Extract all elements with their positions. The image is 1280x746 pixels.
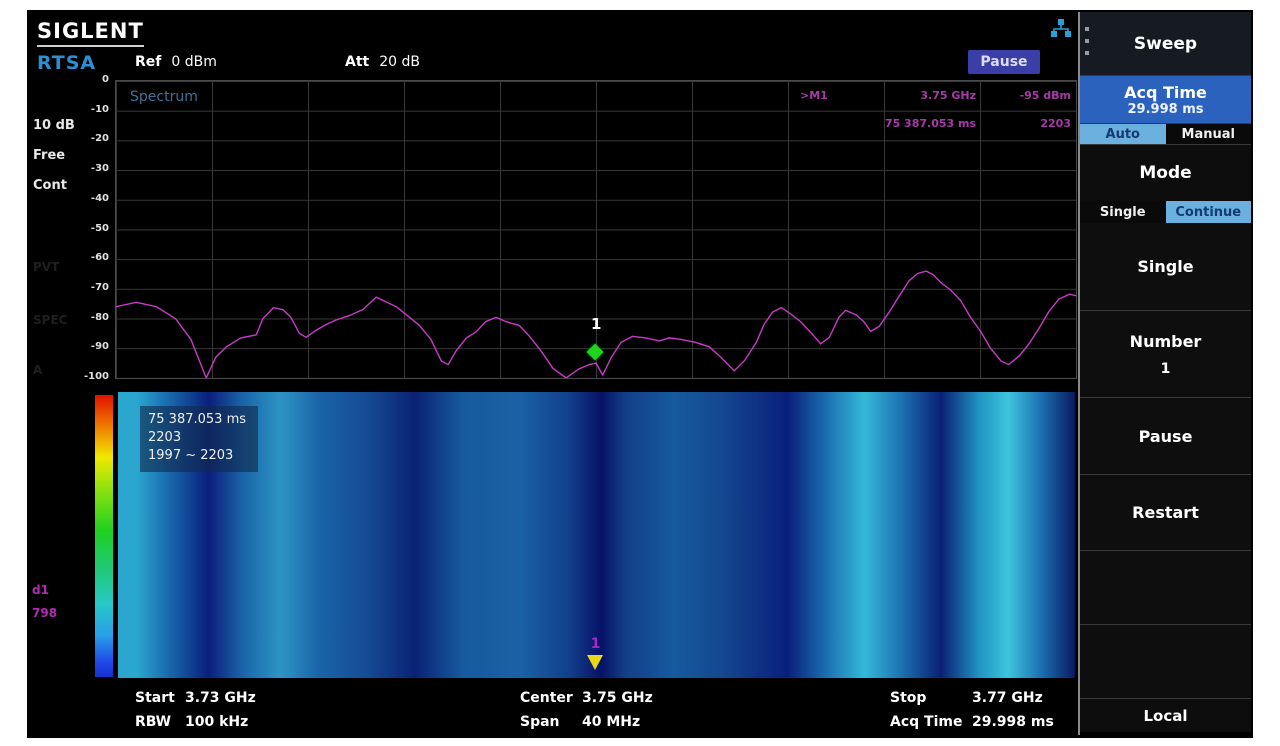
analyzer-screen: SIGLENT RTSA Ref 0 dBm Att 20 dB Pause 10 …: [27, 10, 1253, 738]
y-tick-label: -40: [81, 193, 109, 204]
faint-label-pvt: PVT: [33, 260, 59, 274]
y-tick-label: -70: [81, 282, 109, 293]
y-tick-label: -60: [81, 252, 109, 263]
spectrogram-marker-label: 1: [591, 636, 601, 652]
spectrum-canvas: [116, 81, 1076, 378]
rbw-value: 100 kHz: [185, 714, 248, 730]
acq-time-label: Acq Time: [890, 714, 972, 730]
local-button[interactable]: Local: [1080, 699, 1251, 732]
span-value: 40 MHz: [582, 714, 640, 730]
single-button[interactable]: Single: [1080, 223, 1251, 311]
y-tick-label: -20: [81, 133, 109, 144]
att-label: Att: [345, 54, 369, 70]
number-button-label: Number: [1130, 332, 1202, 351]
acq-time-toggle: Auto Manual: [1080, 124, 1251, 145]
attenuation: Att 20 dB: [345, 54, 420, 70]
spectrogram-marker-trace-label: d1: [32, 583, 49, 597]
y-tick-label: -100: [81, 371, 109, 382]
menu-title-text: Sweep: [1134, 34, 1197, 54]
acq-time-button-label: Acq Time: [1124, 83, 1207, 102]
acq-time-button[interactable]: Acq Time 29.998 ms: [1080, 76, 1251, 124]
spectrogram-info-range: 1997 ~ 2203: [148, 447, 246, 465]
mode-section: Mode Single Continue: [1080, 145, 1251, 223]
ref-value: 0 dBm: [171, 54, 217, 70]
mode-label: Mode: [1080, 145, 1251, 201]
acq-manual-option[interactable]: Manual: [1166, 124, 1252, 144]
spectrogram-marker-triangle[interactable]: [587, 655, 603, 670]
att-value: 20 dB: [379, 54, 420, 70]
trigger-label: Free: [33, 148, 65, 163]
start-value: 3.73 GHz: [185, 690, 256, 706]
softkey-menu: Sweep Acq Time 29.998 ms Auto Manual Mod…: [1078, 12, 1251, 735]
center-value: 3.75 GHz: [582, 690, 653, 706]
rbw-label: RBW: [135, 714, 185, 730]
y-tick-label: -30: [81, 163, 109, 174]
stop-value: 3.77 GHz: [972, 690, 1043, 706]
spectrum-plot: Spectrum >M1 3.75 GHz -95 dBm 75 387.053…: [115, 80, 1077, 379]
y-tick-label: -90: [81, 341, 109, 352]
brand-logo: SIGLENT: [37, 19, 144, 47]
colorbar: [95, 395, 113, 677]
spectrogram-info-frame: 2203: [148, 429, 246, 447]
y-axis: 0-10-20-30-40-50-60-70-80-90-100: [83, 80, 111, 377]
menu-page-dots-icon: [1085, 27, 1089, 55]
app-mode-label: RTSA: [37, 52, 96, 74]
footer-col-start: Start3.73 GHz RBW100 kHz: [135, 686, 256, 734]
pause-status-chip[interactable]: Pause: [968, 50, 1040, 74]
menu-title-sweep: Sweep: [1080, 12, 1251, 76]
network-icon: [1050, 18, 1072, 40]
spectrogram: 75 387.053 ms 2203 1997 ~ 2203 1: [118, 392, 1075, 678]
number-button[interactable]: Number 1: [1080, 311, 1251, 398]
acq-time-button-value: 29.998 ms: [1128, 102, 1204, 117]
scale-label: 10 dB: [33, 118, 75, 133]
acq-auto-option[interactable]: Auto: [1080, 124, 1166, 144]
ref-level: Ref 0 dBm: [135, 54, 217, 70]
ref-label: Ref: [135, 54, 161, 70]
center-label: Center: [520, 690, 582, 706]
number-button-value: 1: [1161, 361, 1171, 377]
span-label: Span: [520, 714, 582, 730]
mode-toggle: Single Continue: [1080, 201, 1251, 223]
empty-softkey-2: [1080, 625, 1251, 699]
mode-continue-option[interactable]: Continue: [1166, 201, 1252, 223]
stop-label: Stop: [890, 690, 972, 706]
empty-softkey-1: [1080, 551, 1251, 625]
start-label: Start: [135, 690, 185, 706]
restart-button[interactable]: Restart: [1080, 475, 1251, 551]
faint-label-a: A: [33, 363, 42, 377]
y-tick-label: 0: [81, 74, 109, 85]
faint-label-spec: SPEC: [33, 313, 67, 327]
y-tick-label: -10: [81, 104, 109, 115]
sweep-mode-label: Cont: [33, 178, 67, 193]
spectrogram-info-time: 75 387.053 ms: [148, 411, 246, 429]
spectrogram-info-box: 75 387.053 ms 2203 1997 ~ 2203: [140, 406, 258, 472]
acq-time-value: 29.998 ms: [972, 714, 1054, 730]
spectrum-marker-label: 1: [591, 315, 601, 333]
y-tick-label: -80: [81, 312, 109, 323]
y-tick-label: -50: [81, 223, 109, 234]
pause-button[interactable]: Pause: [1080, 398, 1251, 475]
spectrogram-marker-row-label: 798: [32, 606, 57, 620]
mode-single-option[interactable]: Single: [1080, 201, 1166, 223]
footer-col-center: Center3.75 GHz Span40 MHz: [520, 686, 653, 734]
footer-settings-bar: Start3.73 GHz RBW100 kHz Center3.75 GHz …: [115, 686, 1075, 736]
footer-col-stop: Stop3.77 GHz Acq Time29.998 ms: [890, 686, 1054, 734]
